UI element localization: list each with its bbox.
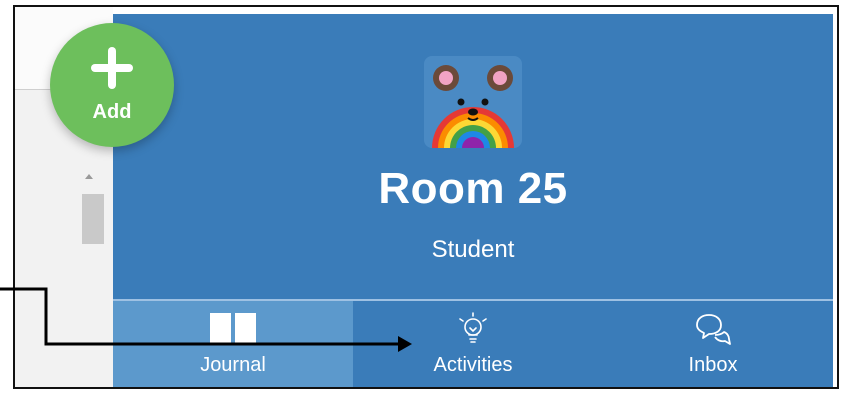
class-title: Room 25	[378, 164, 568, 213]
scrollbar-thumb[interactable]	[82, 194, 104, 244]
lightbulb-icon	[451, 311, 495, 352]
role-subtitle: Student	[431, 236, 515, 263]
tab-journal[interactable]: Journal	[113, 301, 353, 387]
chat-bubbles-icon	[691, 311, 735, 352]
book-icon	[208, 311, 258, 350]
tab-activities[interactable]: Activities	[353, 301, 593, 387]
class-header-panel: Room 25 Student Journal Activities Inbox	[113, 14, 833, 387]
add-button[interactable]: Add	[50, 23, 174, 147]
bottom-tab-bar: Journal Activities Inbox	[113, 301, 833, 387]
tab-inbox[interactable]: Inbox	[593, 301, 833, 387]
add-button-label: Add	[92, 101, 132, 123]
scroll-up-arrow-icon[interactable]	[85, 174, 93, 179]
tab-journal-label: Journal	[200, 354, 266, 376]
tab-inbox-label: Inbox	[688, 354, 738, 376]
tab-activities-label: Activities	[433, 354, 513, 376]
rainbow-bear-avatar-icon	[424, 56, 522, 148]
